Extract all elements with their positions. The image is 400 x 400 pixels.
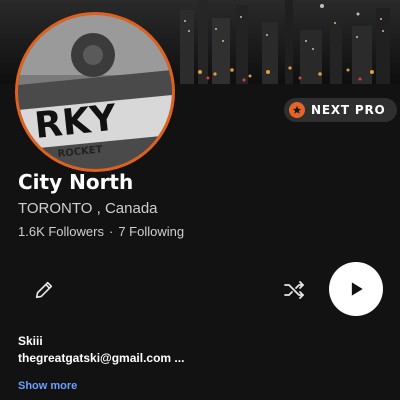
show-more-link[interactable]: Show more: [18, 380, 77, 392]
play-icon: [351, 282, 363, 296]
bio-line-2: thegreatgatski@gmail.com ...: [18, 351, 185, 365]
edit-profile-button[interactable]: [28, 274, 60, 306]
following-count[interactable]: 7 Following: [118, 224, 184, 239]
next-pro-badge[interactable]: NEXT PRO: [284, 98, 397, 122]
badge-label: NEXT PRO: [311, 103, 386, 117]
bio-line-1: Skiii: [18, 334, 43, 348]
star-icon: [289, 102, 305, 118]
play-button[interactable]: [329, 262, 383, 316]
shuffle-icon: [284, 281, 304, 299]
follow-stats: 1.6K Followers · 7 Following: [18, 224, 184, 239]
profile-avatar[interactable]: RKY ROCKET: [15, 12, 175, 172]
profile-location: TORONTO , Canada: [18, 200, 158, 217]
stats-separator: ·: [108, 224, 114, 239]
avatar-graphic-text: RKY: [33, 98, 119, 147]
profile-name: City North: [18, 170, 134, 194]
followers-count[interactable]: 1.6K Followers: [18, 224, 104, 239]
profile-page: RKY ROCKET NEXT PRO City North TORONTO ,…: [0, 0, 400, 400]
pencil-icon: [35, 281, 53, 299]
shuffle-button[interactable]: [278, 274, 310, 306]
